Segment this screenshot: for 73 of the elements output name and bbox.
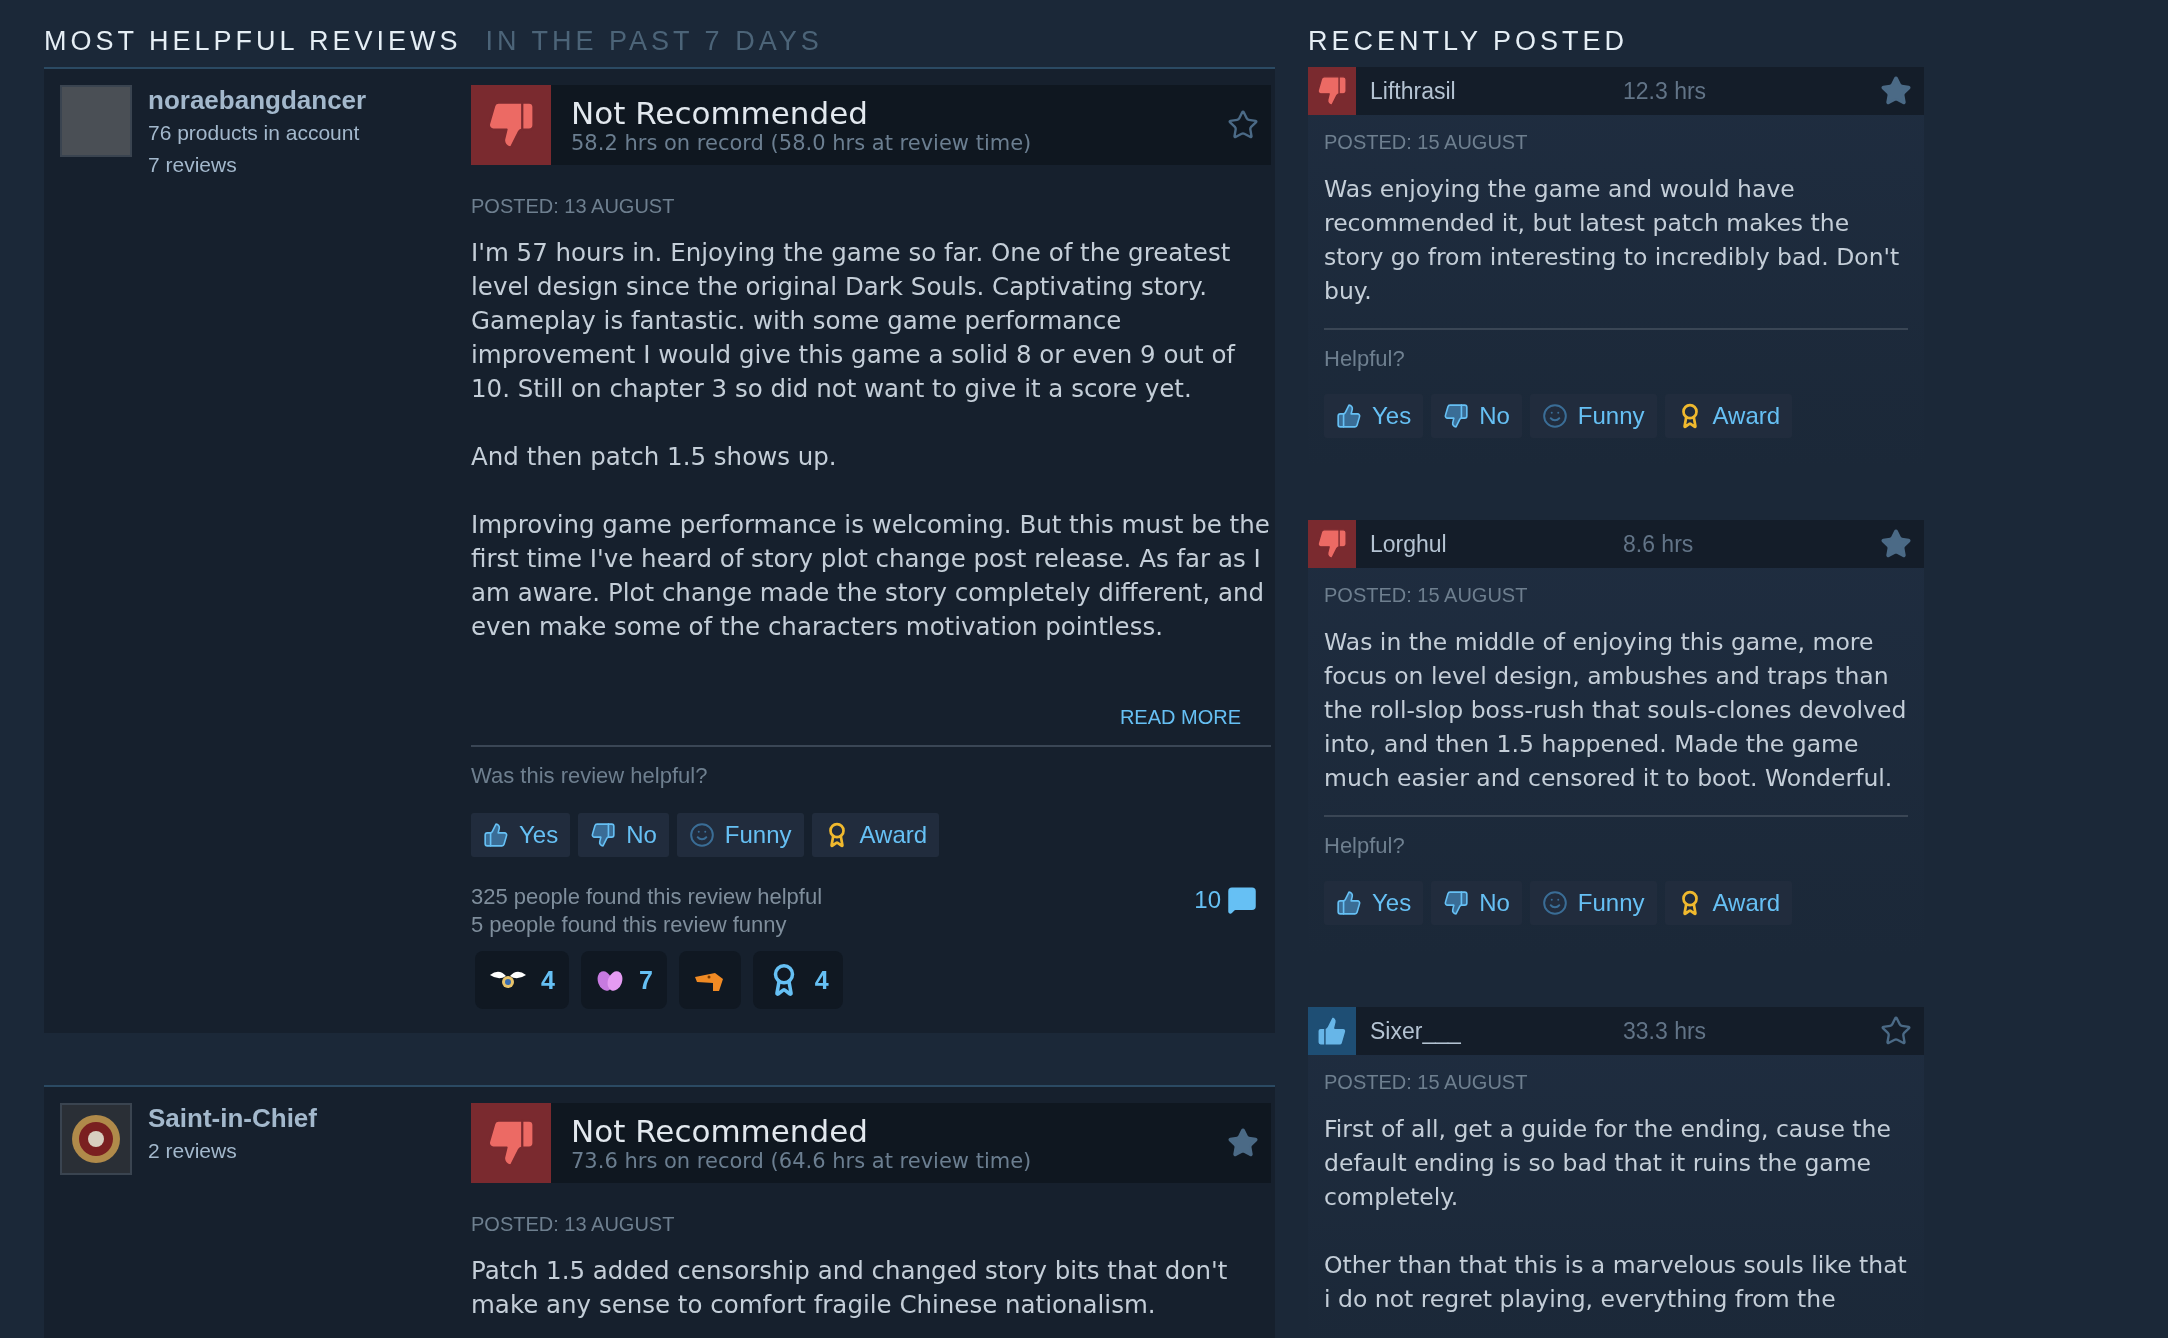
section-title: RECENTLY POSTED xyxy=(1308,26,1629,57)
star-icon[interactable] xyxy=(1880,528,1912,560)
thumbs-down-icon xyxy=(590,822,617,848)
review-text: Other than that this is a marvelous souls like that i do not regret playing, everything from the xyxy=(1324,1250,1908,1315)
comments-link[interactable]: 10 xyxy=(1194,883,1257,917)
smiley-icon xyxy=(688,822,715,848)
review-text: Was enjoying the game and would have recommended it, but latest patch makes the story go from interesting to incredibly bad. Don't buy. xyxy=(1324,174,1901,307)
hours-on-record: 58.2 hrs on record (58.0 hrs at review time) xyxy=(571,131,1033,155)
thumbs-down-icon xyxy=(1315,74,1349,108)
thumbs-up-icon xyxy=(1315,1014,1349,1048)
star-icon[interactable] xyxy=(1880,1015,1912,1047)
hours-on-record: 73.6 hrs on record (64.6 hrs at review time) xyxy=(571,1149,1033,1173)
helpful-prompt: Helpful? xyxy=(1324,833,1406,859)
username[interactable]: noraebangdancer xyxy=(148,85,367,116)
author-detail: 7 reviews xyxy=(148,152,238,178)
vote-button[interactable]: No xyxy=(1431,881,1522,925)
thumbs-down-icon xyxy=(1443,403,1470,429)
review-text: I'm 57 hours in. Enjoying the game so far. One of the greatest level design since the original Dark Souls. Captivating story. Gameplay is fantastic. with some game performance improvement I would give this game a solid 8 or even 9 out of 10. Still on chapter 3 so did not want to give it a score yet. xyxy=(471,237,1237,405)
helpful-prompt: Was this review helpful? xyxy=(471,763,709,789)
posted-date: POSTED: 13 AUGUST xyxy=(471,195,676,218)
vote-button[interactable]: Award xyxy=(1664,394,1793,438)
posted-date: POSTED: 15 AUGUST xyxy=(1324,1071,1529,1094)
award-chip[interactable]: 7 xyxy=(580,951,667,1009)
funny-count: 5 people found this review funny xyxy=(471,911,788,939)
review-text: Was in the middle of enjoying this game, more focus on level design, ambushes and traps than the roll-slop boss-rush that souls-clones devolved into, and then 1.5 happened. Made the game much easier and censored it to boot. Wonderful. xyxy=(1324,627,1908,794)
posted-date: POSTED: 13 AUGUST xyxy=(471,1213,676,1236)
section-title: MOST HELPFUL REVIEWS xyxy=(44,26,462,57)
star-icon[interactable] xyxy=(1227,1127,1259,1159)
speech-bubble-icon xyxy=(1227,885,1257,915)
vote-button[interactable]: Funny xyxy=(1529,881,1657,925)
read-more-link[interactable]: READ MORE xyxy=(1119,706,1241,729)
verdict-label: Not Recommended xyxy=(571,1113,869,1149)
helpful-prompt: Helpful? xyxy=(1324,346,1406,372)
review-text: And then patch 1.5 shows up. xyxy=(471,441,838,473)
hours-played: 8.6 hrs xyxy=(1623,530,1694,558)
reviewer-name[interactable]: Sixer___ xyxy=(1356,1017,1623,1045)
smiley-icon xyxy=(1541,890,1568,916)
hours-played: 12.3 hrs xyxy=(1623,77,1707,105)
vote-button[interactable]: Award xyxy=(811,813,940,857)
vote-button[interactable]: Yes xyxy=(471,813,571,857)
reviewer-name[interactable]: Lifthrasil xyxy=(1356,77,1623,105)
thumbs-down-icon xyxy=(1443,890,1470,916)
star-icon[interactable] xyxy=(1880,75,1912,107)
thumbs-up-icon xyxy=(483,822,509,848)
award-chip[interactable]: 4 xyxy=(475,951,569,1009)
author-detail: 76 products in account xyxy=(148,120,361,146)
username[interactable]: Saint-in-Chief xyxy=(148,1103,317,1134)
reviewer-name[interactable]: Lorghul xyxy=(1356,530,1623,558)
posted-date: POSTED: 15 AUGUST xyxy=(1324,584,1529,607)
star-icon[interactable] xyxy=(1227,109,1259,141)
vote-button[interactable]: Funny xyxy=(1529,394,1657,438)
author-detail: 2 reviews xyxy=(148,1138,238,1164)
smiley-icon xyxy=(1541,403,1568,429)
review-text: Patch 1.5 added censorship and changed story bits that don't make any sense to comfort fragile Chinese nationalism. xyxy=(471,1255,1229,1321)
thumbs-down-icon xyxy=(1315,527,1349,561)
review-text: First of all, get a guide for the ending, cause the default ending is so bad that it ruins the game completely. xyxy=(1324,1114,1892,1213)
award-chip[interactable] xyxy=(678,951,741,1009)
helpful-count: 325 people found this review helpful xyxy=(471,883,823,911)
review-text: Improving game performance is welcoming. But this must be the first time I've heard of story plot change post release. As far as I am aware. Plot change made the story completely different, and even make some of the characters motivation pointless. xyxy=(471,509,1271,643)
vote-button[interactable]: Yes xyxy=(1324,394,1424,438)
verdict-label: Not Recommended xyxy=(571,95,869,131)
vote-button[interactable]: Yes xyxy=(1324,881,1424,925)
vote-button[interactable]: No xyxy=(578,813,669,857)
vote-button[interactable]: No xyxy=(1431,394,1522,438)
section-subtitle: IN THE PAST 7 DAYS xyxy=(485,26,823,57)
vote-button[interactable]: Award xyxy=(1664,881,1793,925)
avatar-emblem[interactable] xyxy=(60,1103,132,1175)
thumbs-up-icon xyxy=(1336,403,1362,429)
vote-button[interactable]: Funny xyxy=(676,813,804,857)
award-chip[interactable]: 4 xyxy=(752,951,843,1009)
posted-date: POSTED: 15 AUGUST xyxy=(1324,131,1529,154)
hours-played: 33.3 hrs xyxy=(1623,1017,1707,1045)
thumbs-up-icon xyxy=(1336,890,1362,916)
